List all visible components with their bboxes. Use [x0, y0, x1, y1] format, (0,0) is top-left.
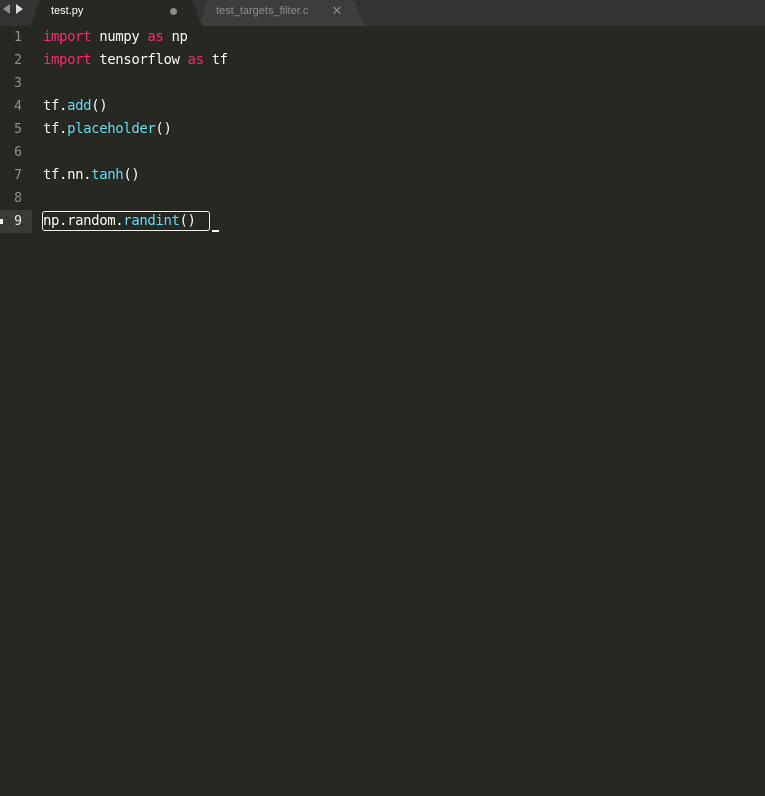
- line-number: 1: [14, 30, 22, 45]
- close-icon[interactable]: ✕: [331, 3, 343, 21]
- function-token: tanh: [91, 167, 124, 183]
- line-number: 7: [14, 168, 22, 183]
- code-line: 1 import numpy as np: [0, 26, 765, 49]
- code-line: 3: [0, 72, 765, 95]
- line-number: 4: [14, 99, 22, 114]
- code-editor[interactable]: 1 import numpy as np 2 import tensorflow…: [0, 26, 765, 796]
- line-number: 5: [14, 122, 22, 137]
- code-text[interactable]: tf.placeholder(): [43, 121, 172, 138]
- tab-label: test_targets_filter.c: [216, 5, 309, 17]
- text-token: numpy: [91, 29, 148, 45]
- line-number: 6: [14, 145, 22, 160]
- text-token: np.random.: [43, 213, 124, 229]
- text-token: tf.: [43, 121, 68, 137]
- text-token: np: [163, 29, 188, 45]
- line-number: 2: [14, 53, 22, 68]
- keyword-token: as: [147, 29, 164, 45]
- code-line: 4 tf.add(): [0, 95, 765, 118]
- code-text[interactable]: import numpy as np: [43, 29, 188, 46]
- function-token: placeholder: [67, 121, 156, 137]
- tab-test-targets-filter[interactable]: test_targets_filter.c ✕: [197, 0, 369, 26]
- text-token: (): [179, 213, 196, 229]
- line-number: 3: [14, 76, 22, 91]
- text-token: tf.: [43, 98, 68, 114]
- text-token: (): [123, 167, 140, 183]
- text-token: tf: [203, 52, 228, 68]
- code-line: 8: [0, 187, 765, 210]
- keyword-token: import: [43, 52, 92, 68]
- code-line-current: 9 np.random.randint(): [0, 210, 765, 233]
- tab-scroll-left-icon[interactable]: [3, 4, 10, 14]
- code-line: 2 import tensorflow as tf: [0, 49, 765, 72]
- line-number: 8: [14, 191, 22, 206]
- function-token: add: [67, 98, 92, 114]
- tab-test-py[interactable]: test.py: [29, 0, 205, 26]
- keyword-token: import: [43, 29, 92, 45]
- tab-scroll-right-icon[interactable]: [16, 4, 23, 14]
- text-cursor: [212, 230, 219, 232]
- code-line: 6: [0, 141, 765, 164]
- code-line: 7 tf.nn.tanh(): [0, 164, 765, 187]
- function-token: randint: [123, 213, 180, 229]
- text-token: tensorflow: [91, 52, 188, 68]
- text-token: tf.nn.: [43, 167, 92, 183]
- code-text[interactable]: np.random.randint(): [43, 213, 196, 230]
- tab-bar: test_targets_filter.c ✕ test.py: [0, 0, 765, 26]
- tab-label: test.py: [51, 5, 84, 17]
- code-text[interactable]: import tensorflow as tf: [43, 52, 228, 69]
- line-number: 9: [14, 214, 22, 229]
- code-line: 5 tf.placeholder(): [0, 118, 765, 141]
- text-token: (): [155, 121, 172, 137]
- unsaved-dot-icon: [170, 8, 177, 15]
- keyword-token: as: [187, 52, 204, 68]
- code-text[interactable]: tf.add(): [43, 98, 108, 115]
- code-text[interactable]: tf.nn.tanh(): [43, 167, 140, 184]
- text-token: (): [91, 98, 108, 114]
